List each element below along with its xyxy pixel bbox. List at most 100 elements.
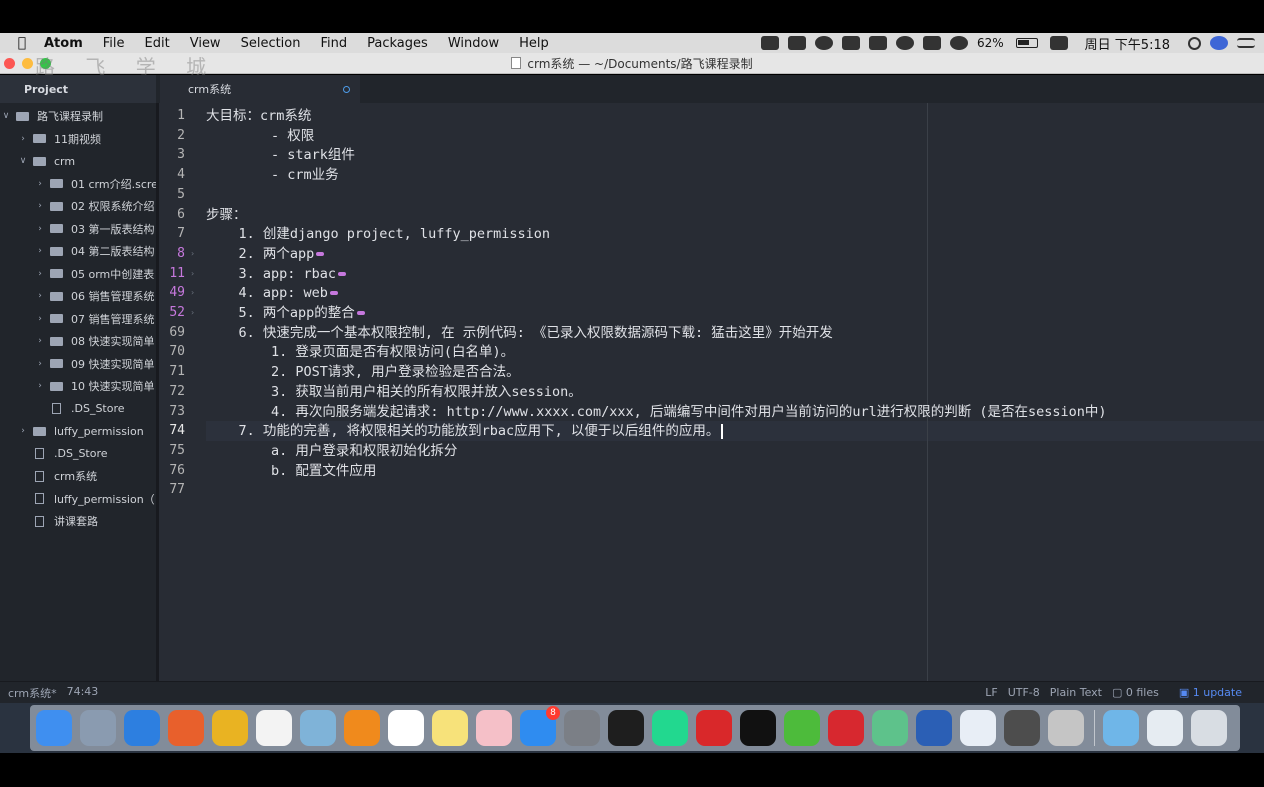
preview-icon[interactable] bbox=[300, 710, 336, 746]
text-editor[interactable]: 1 2 3 4 5 6 7 8 › 11 › 49 › 52 › 69 70 71 72 73 74 75 76 77 大目标… bbox=[159, 103, 1264, 681]
line-number[interactable]: 75 bbox=[159, 441, 185, 461]
code-line[interactable]: 步骤： bbox=[206, 205, 247, 225]
tree-folder[interactable]: › 08 快速实现简单 bbox=[0, 330, 156, 352]
fold-toggle-icon[interactable]: › bbox=[191, 303, 199, 323]
chrome-icon[interactable] bbox=[212, 710, 248, 746]
atom-icon[interactable] bbox=[872, 710, 908, 746]
package-updates-status[interactable]: ▣ 1 update bbox=[1179, 686, 1252, 699]
modified-indicator-icon[interactable] bbox=[343, 86, 350, 93]
tree-file[interactable]: crm系统 bbox=[0, 465, 156, 487]
wechat-icon[interactable] bbox=[784, 710, 820, 746]
finder-icon[interactable] bbox=[36, 710, 72, 746]
folded-region-marker[interactable] bbox=[356, 311, 365, 315]
tree-folder[interactable]: ∨ crm bbox=[0, 150, 156, 172]
line-number[interactable]: 1 bbox=[159, 106, 185, 126]
line-number[interactable]: 70 bbox=[159, 342, 185, 362]
line-number[interactable]: 74 bbox=[159, 421, 185, 441]
notification-center-icon[interactable] bbox=[1237, 38, 1255, 48]
code-line[interactable]: 1. 登录页面是否有权限访问(白名单)。 bbox=[206, 342, 514, 362]
appstore-icon[interactable]: 8 bbox=[520, 706, 560, 746]
code-line[interactable]: 2. 两个app bbox=[206, 244, 325, 264]
code-line[interactable]: - crm业务 bbox=[206, 165, 339, 185]
cursor-position[interactable]: 74:43 bbox=[67, 685, 99, 701]
pycharm-icon[interactable] bbox=[652, 710, 688, 746]
chevron-right-icon[interactable]: › bbox=[34, 291, 46, 301]
tree-folder[interactable]: ∨ 路飞课程录制 bbox=[0, 105, 156, 127]
line-number[interactable]: 7 bbox=[159, 224, 185, 244]
terminal-icon[interactable] bbox=[608, 710, 644, 746]
close-window-button[interactable] bbox=[4, 58, 15, 69]
tree-folder[interactable]: › 11期视频 bbox=[0, 128, 156, 150]
tree-folder[interactable]: › 04 第二版表结构 bbox=[0, 240, 156, 262]
input-method-icon[interactable] bbox=[923, 36, 941, 50]
code-line[interactable]: 5. 两个app的整合 bbox=[206, 303, 365, 323]
screen-record-icon[interactable] bbox=[761, 36, 779, 50]
tree-folder[interactable]: › 07 销售管理系统 bbox=[0, 308, 156, 330]
code-line[interactable]: b. 配置文件应用 bbox=[206, 461, 376, 481]
folded-region-marker[interactable] bbox=[316, 251, 325, 256]
mic-status-icon[interactable] bbox=[896, 36, 914, 50]
line-number[interactable]: 77 bbox=[159, 480, 185, 500]
wifi-icon[interactable] bbox=[950, 36, 968, 50]
fold-toggle-icon[interactable]: › bbox=[191, 283, 199, 303]
spotlight-search-icon[interactable] bbox=[1188, 36, 1201, 50]
netease-music-icon[interactable] bbox=[696, 710, 732, 746]
menu-window[interactable]: Window bbox=[448, 36, 499, 51]
menu-packages[interactable]: Packages bbox=[367, 36, 428, 51]
tree-folder[interactable]: › luffy_permission bbox=[0, 420, 156, 442]
trash-icon[interactable] bbox=[1191, 710, 1227, 746]
line-number[interactable]: 6 bbox=[159, 205, 185, 225]
qq-icon[interactable] bbox=[740, 710, 776, 746]
chevron-right-icon[interactable]: › bbox=[34, 179, 46, 189]
menu-app-atom[interactable]: Atom bbox=[44, 36, 83, 51]
documents-stack-icon[interactable] bbox=[1147, 710, 1183, 746]
s-status-icon[interactable] bbox=[1049, 36, 1068, 50]
tab-project[interactable]: Project bbox=[0, 75, 156, 103]
line-number[interactable]: 71 bbox=[159, 362, 185, 382]
notes-icon[interactable] bbox=[432, 710, 468, 746]
code-line[interactable]: 4. 再次向服务端发起请求: http://www.xxxx.com/xxx, … bbox=[206, 402, 1107, 422]
tree-folder[interactable]: › 02 权限系统介绍 bbox=[0, 195, 156, 217]
chevron-right-icon[interactable]: › bbox=[34, 224, 46, 234]
code-line[interactable]: 1. 创建django project, luffy_permission bbox=[206, 224, 550, 244]
ibooks-icon[interactable] bbox=[344, 710, 380, 746]
line-number[interactable]: 8 bbox=[159, 244, 185, 264]
menubar-clock[interactable]: 周日 下午5:18 bbox=[1085, 34, 1170, 53]
grammar-selector[interactable]: Plain Text bbox=[1050, 686, 1102, 699]
line-number[interactable]: 72 bbox=[159, 382, 185, 402]
git-files-status[interactable]: ▢ 0 files bbox=[1112, 686, 1169, 699]
tree-file[interactable]: .DS_Store bbox=[0, 443, 156, 465]
menu-edit[interactable]: Edit bbox=[145, 36, 170, 51]
system-preferences-icon[interactable] bbox=[564, 710, 600, 746]
tree-folder[interactable]: › 03 第一版表结构 bbox=[0, 218, 156, 240]
line-number[interactable]: 11 bbox=[159, 264, 185, 284]
line-number[interactable]: 76 bbox=[159, 461, 185, 481]
fold-toggle-icon[interactable]: › bbox=[191, 264, 199, 284]
launchpad-icon[interactable] bbox=[80, 710, 116, 746]
tree-file[interactable]: 讲课套路 bbox=[0, 510, 156, 532]
line-number[interactable]: 69 bbox=[159, 323, 185, 343]
menu-help[interactable]: Help bbox=[519, 36, 549, 51]
line-number[interactable]: 3 bbox=[159, 145, 185, 165]
apple-menu-icon[interactable]:  bbox=[14, 35, 30, 51]
line-number[interactable]: 49 bbox=[159, 283, 185, 303]
chevron-right-icon[interactable]: › bbox=[34, 381, 46, 391]
bird-status-icon[interactable] bbox=[788, 36, 806, 50]
movie-icon[interactable] bbox=[1048, 710, 1084, 746]
tree-file[interactable]: .DS_Store bbox=[0, 398, 156, 420]
photos-icon[interactable] bbox=[476, 710, 512, 746]
code-line[interactable]: 2. POST请求, 用户登录检验是否合法。 bbox=[206, 362, 520, 382]
tree-folder[interactable]: › 01 crm介绍.scre bbox=[0, 173, 156, 195]
menu-selection[interactable]: Selection bbox=[241, 36, 301, 51]
tree-folder[interactable]: › 10 快速实现简单 bbox=[0, 375, 156, 397]
minimize-window-button[interactable] bbox=[22, 58, 33, 69]
code-line[interactable]: 大目标：crm系统 bbox=[206, 106, 311, 126]
wechat-status-icon[interactable] bbox=[869, 36, 887, 50]
safari-icon[interactable] bbox=[124, 710, 160, 746]
line-number[interactable]: 73 bbox=[159, 402, 185, 422]
tab-crm-file[interactable]: crm系统 bbox=[160, 75, 360, 103]
tree-file[interactable]: luffy_permission（ bbox=[0, 488, 156, 510]
launchpad-grid-icon[interactable] bbox=[256, 710, 292, 746]
code-line[interactable]: 3. 获取当前用户相关的所有权限并放入session。 bbox=[206, 382, 582, 402]
g-status-icon[interactable] bbox=[842, 36, 860, 50]
